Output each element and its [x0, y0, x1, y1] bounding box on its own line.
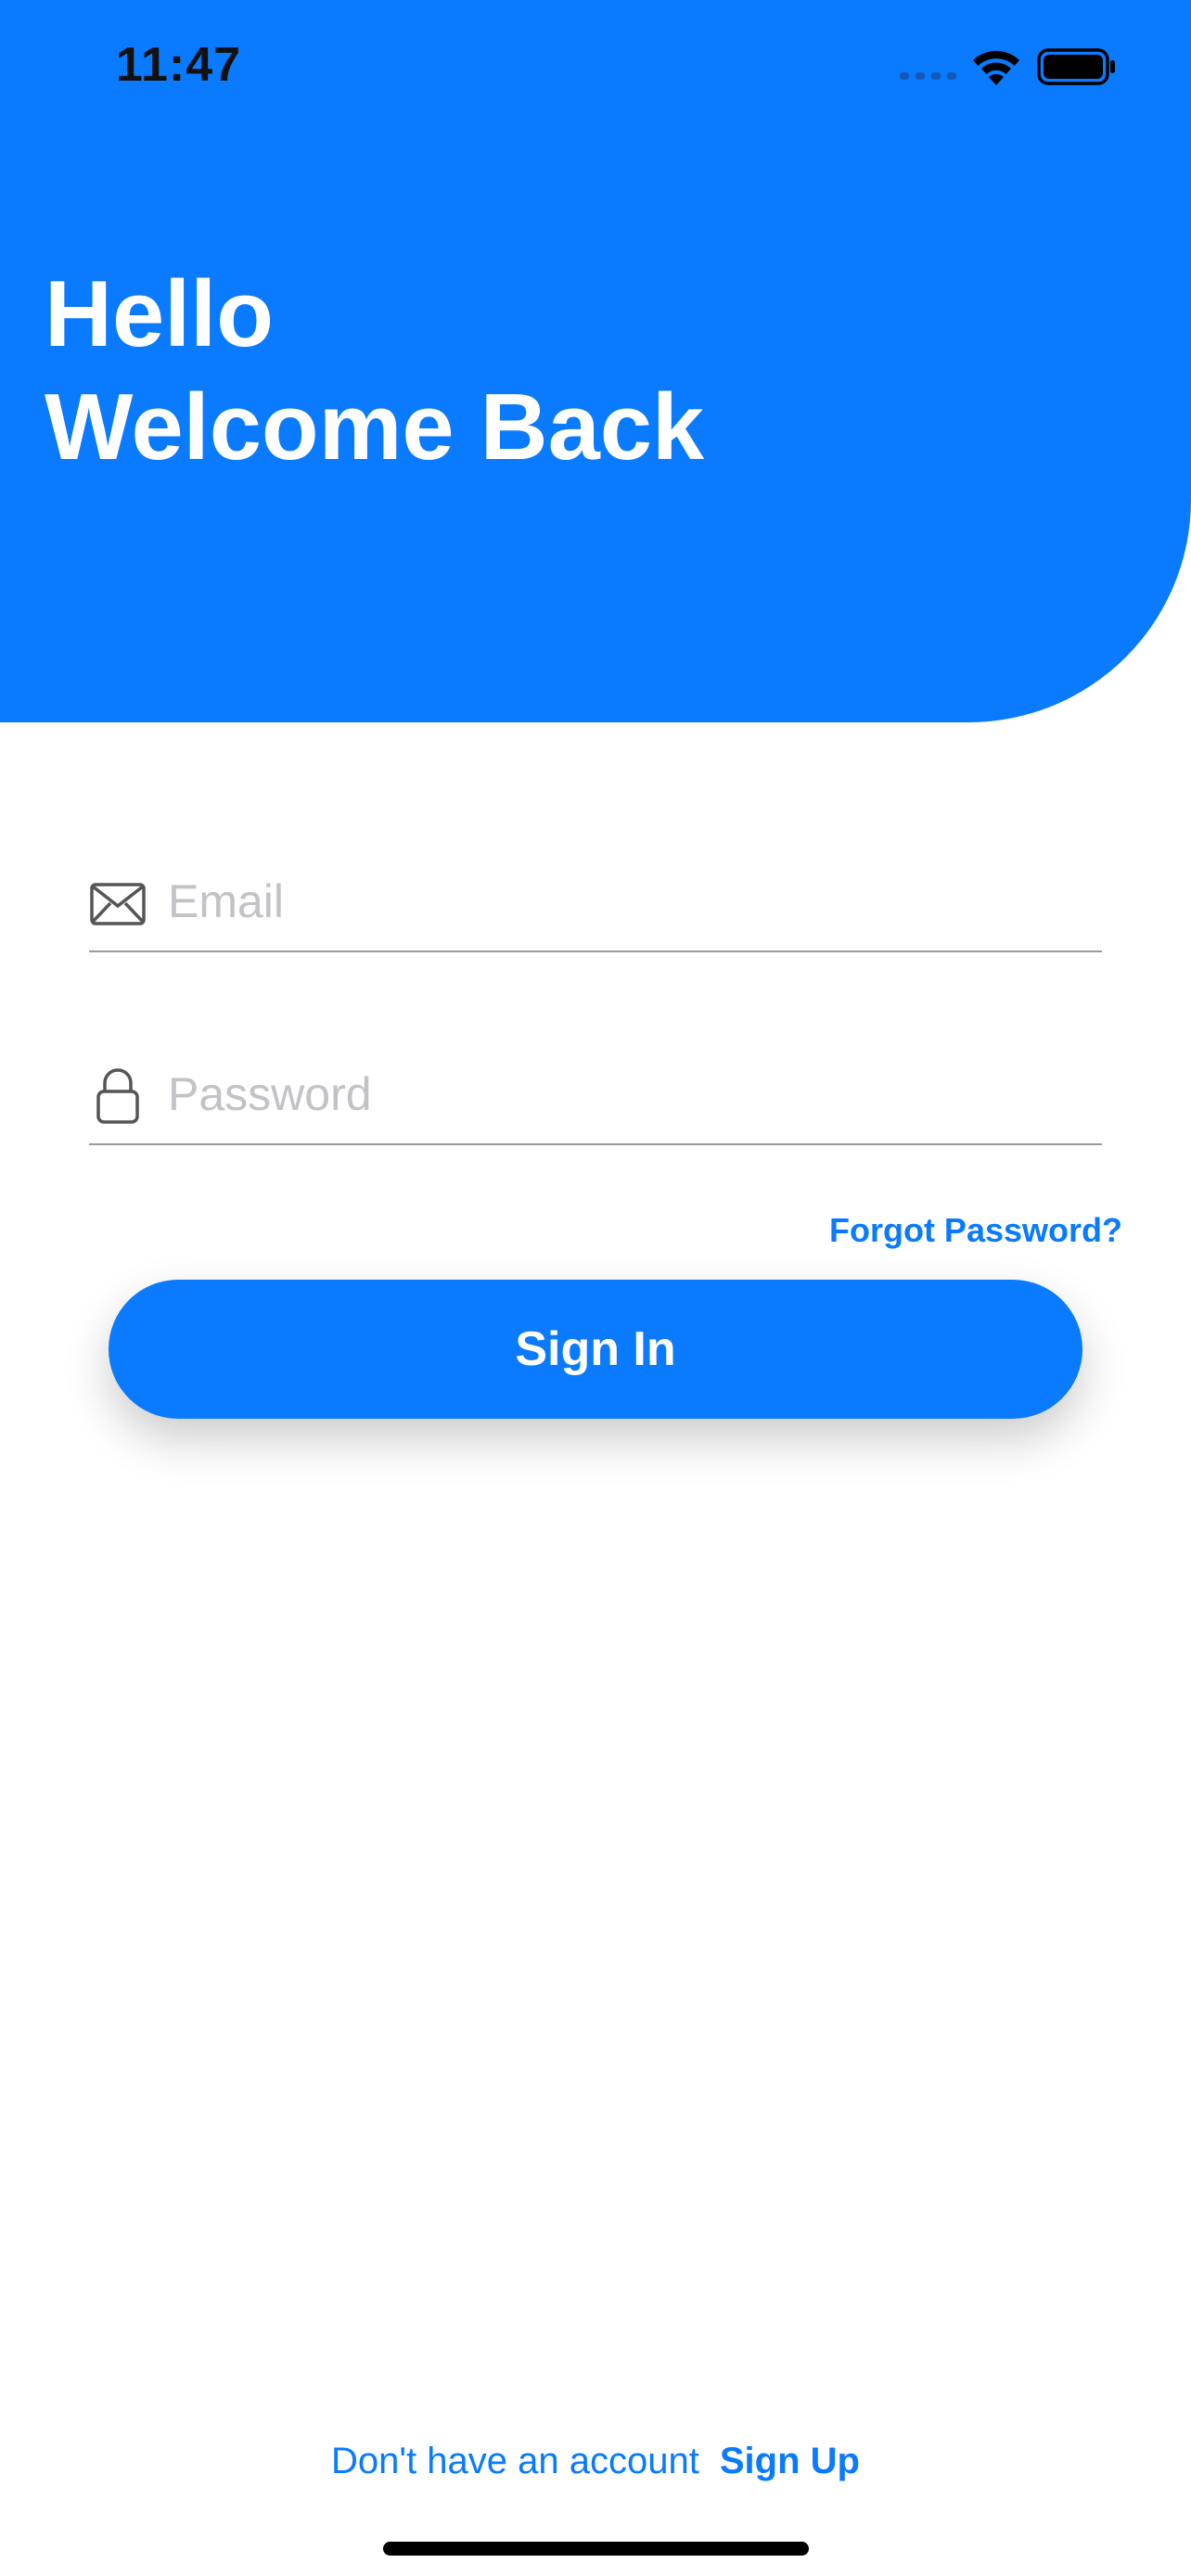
cellular-signal-icon: [900, 72, 956, 80]
sign-in-button[interactable]: Sign In: [109, 1280, 1082, 1419]
email-input[interactable]: [168, 869, 1086, 934]
home-indicator[interactable]: [383, 2542, 809, 2556]
email-field[interactable]: [89, 858, 1102, 952]
battery-icon: [1037, 48, 1115, 85]
forgot-password-link[interactable]: Forgot Password?: [829, 1211, 1122, 1250]
greeting-line-2: Welcome Back: [45, 376, 705, 479]
password-input[interactable]: [168, 1062, 1086, 1127]
sign-up-link[interactable]: Sign Up: [720, 2441, 860, 2481]
signup-prompt: Don't have an account Sign Up: [0, 2441, 1191, 2482]
wifi-icon: [973, 50, 1019, 85]
envelope-icon: [90, 883, 146, 925]
greeting-line-1: Hello: [45, 262, 274, 366]
lock-icon: [96, 1068, 139, 1124]
signup-prompt-text: Don't have an account: [331, 2441, 699, 2481]
password-field[interactable]: [89, 1051, 1102, 1145]
header-banner: 11:47 Hello Welcome Back: [0, 0, 1191, 722]
status-time: 11:47: [116, 38, 242, 92]
greeting-heading: Hello Welcome Back: [45, 258, 704, 484]
status-bar: 11:47: [0, 0, 1191, 130]
